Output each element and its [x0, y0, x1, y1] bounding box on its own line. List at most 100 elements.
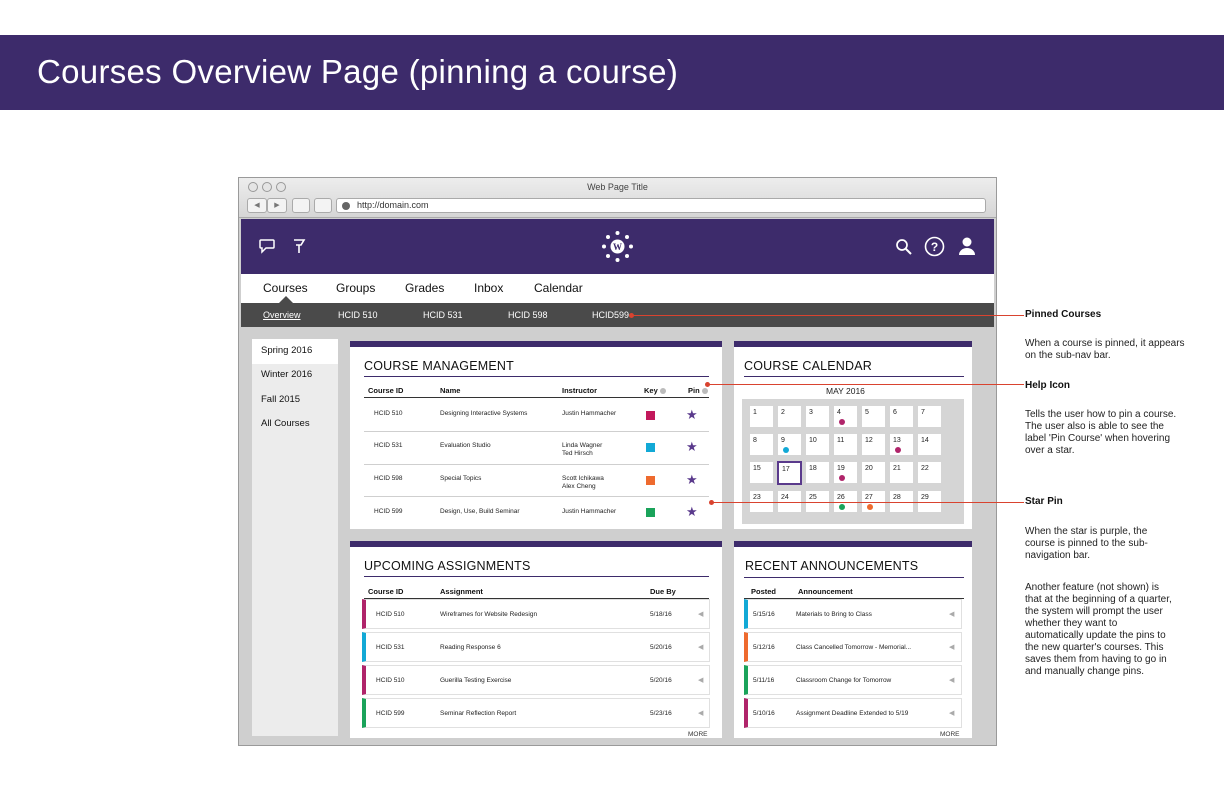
calendar-day[interactable]: 12 [862, 434, 885, 455]
row-course-name: Special Topics [440, 475, 482, 482]
university-logo-icon[interactable]: W [601, 230, 634, 263]
event-dot [867, 504, 873, 510]
row-posted-date: 5/10/16 [753, 710, 775, 717]
nav-inbox[interactable]: Inbox [474, 281, 503, 295]
calendar-day[interactable]: 20 [862, 462, 885, 483]
calendar-day[interactable]: 15 [750, 462, 773, 483]
col-course-id: Course ID [368, 386, 404, 395]
subnav-overview[interactable]: Overview [263, 310, 301, 320]
assignment-row[interactable]: HCID 510 Guerilla Testing Exercise 5/20/… [362, 665, 710, 695]
col-name: Name [440, 386, 461, 395]
term-all-courses[interactable]: All Courses [252, 412, 338, 437]
subnav-hcid-599[interactable]: HCID599 [592, 310, 629, 320]
chevron-left-icon[interactable]: ◀ [698, 610, 703, 618]
help-icon-callout-line [708, 384, 1024, 385]
row-assignment: Reading Response 6 [440, 644, 501, 651]
user-profile-icon[interactable] [958, 236, 976, 256]
address-bar[interactable]: http://domain.com [336, 198, 986, 213]
back-button[interactable]: ◀ [247, 198, 267, 213]
announcement-row[interactable]: 5/10/16 Assignment Deadline Extended to … [744, 698, 962, 728]
subnav-hcid-598[interactable]: HCID 598 [508, 310, 548, 320]
col-due-by: Due By [650, 587, 676, 596]
event-dot [783, 447, 789, 453]
pinned-courses-callout-text: When a course is pinned, it appears on t… [1025, 338, 1185, 361]
main-navigation: Courses Groups Grades Inbox Calendar [241, 274, 994, 303]
term-spring-2016[interactable]: Spring 2016 [252, 339, 338, 364]
chevron-left-icon[interactable]: ◀ [949, 610, 954, 618]
assignment-row[interactable]: HCID 531 Reading Response 6 5/20/16 ◀ [362, 632, 710, 662]
chevron-left-icon[interactable]: ◀ [949, 643, 954, 651]
term-winter-2016[interactable]: Winter 2016 [252, 363, 338, 388]
calendar-day[interactable]: 2 [778, 406, 801, 427]
calendar-day[interactable]: 11 [834, 434, 857, 455]
calendar-day[interactable]: 7 [918, 406, 941, 427]
announcement-row[interactable]: 5/11/16 Classroom Change for Tomorrow ◀ [744, 665, 962, 695]
forward-button[interactable]: ▶ [267, 198, 287, 213]
calendar-day[interactable]: 18 [806, 462, 829, 483]
course-color-key [646, 411, 655, 420]
calendar-day[interactable]: 6 [890, 406, 913, 427]
calendar-day-today[interactable]: 17 [777, 461, 802, 485]
subnav-hcid-531[interactable]: HCID 531 [423, 310, 463, 320]
browser-toolbar-button[interactable] [314, 198, 332, 213]
star-pin-callout-text: When the star is purple, the course is p… [1025, 526, 1148, 561]
calendar-day[interactable]: 22 [918, 462, 941, 483]
help-icon[interactable]: ? [924, 236, 945, 257]
subnav-hcid-510[interactable]: HCID 510 [338, 310, 378, 320]
calendar-month: MAY 2016 [826, 386, 865, 396]
assignments-more-link[interactable]: MORE [688, 731, 708, 738]
chat-bubble-icon[interactable] [258, 237, 276, 255]
nav-groups[interactable]: Groups [336, 281, 375, 295]
event-dot [839, 475, 845, 481]
calendar-day[interactable]: 19 [834, 462, 857, 483]
calendar-day[interactable]: 1 [750, 406, 773, 427]
calendar-day[interactable]: 13 [890, 434, 913, 455]
calendar-day[interactable]: 8 [750, 434, 773, 455]
calendar-day[interactable]: 5 [862, 406, 885, 427]
browser-toolbar-button[interactable] [292, 198, 310, 213]
pin-help-icon[interactable] [701, 388, 708, 395]
svg-text:W: W [613, 242, 622, 252]
calendar-day[interactable]: 14 [918, 434, 941, 455]
row-course-id: HCID 599 [374, 508, 403, 515]
calendar-day-number: 27 [865, 494, 873, 501]
assignment-row[interactable]: HCID 510 Wireframes for Website Redesign… [362, 599, 710, 629]
event-dot [839, 419, 845, 425]
globe-icon [342, 202, 350, 210]
term-fall-2015[interactable]: Fall 2015 [252, 388, 338, 413]
calendar-day[interactable]: 4 [834, 406, 857, 427]
announcements-more-link[interactable]: MORE [940, 731, 960, 738]
key-help-icon[interactable] [659, 388, 666, 395]
course-color-key [646, 508, 655, 517]
calendar-day[interactable]: 21 [890, 462, 913, 483]
chevron-left-icon[interactable]: ◀ [698, 643, 703, 651]
announcement-row[interactable]: 5/15/16 Materials to Bring to Class ◀ [744, 599, 962, 629]
pin-star-icon[interactable]: ★ [686, 505, 698, 518]
nav-calendar[interactable]: Calendar [534, 281, 583, 295]
calendar-day-number: 13 [893, 437, 901, 444]
dashboard-content: Spring 2016 Winter 2016 Fall 2015 All Co… [241, 327, 994, 745]
nav-courses[interactable]: Courses [263, 281, 308, 295]
star-pin-callout-title: Star Pin [1025, 496, 1063, 507]
pin-star-icon[interactable]: ★ [686, 408, 698, 421]
col-instructor: Instructor [562, 386, 598, 395]
flag-icon[interactable] [291, 237, 307, 255]
assignments-title: UPCOMING ASSIGNMENTS [364, 559, 531, 573]
announcement-row[interactable]: 5/12/16 Class Cancelled Tomorrow - Memor… [744, 632, 962, 662]
chevron-left-icon[interactable]: ◀ [949, 709, 954, 717]
col-key: Key [644, 386, 666, 395]
pin-star-icon[interactable]: ★ [686, 473, 698, 486]
pin-star-icon[interactable]: ★ [686, 440, 698, 453]
nav-grades[interactable]: Grades [405, 281, 444, 295]
chevron-left-icon[interactable]: ◀ [949, 676, 954, 684]
calendar-day[interactable]: 10 [806, 434, 829, 455]
help-icon-callout-text: Tells the user how to pin a course. The … [1025, 409, 1177, 456]
search-icon[interactable] [895, 238, 913, 256]
col-key-label: Key [644, 386, 658, 395]
chevron-left-icon[interactable]: ◀ [698, 709, 703, 717]
calendar-day[interactable]: 9 [778, 434, 801, 455]
svg-text:?: ? [931, 240, 938, 254]
calendar-day[interactable]: 3 [806, 406, 829, 427]
chevron-left-icon[interactable]: ◀ [698, 676, 703, 684]
assignment-row[interactable]: HCID 599 Seminar Reflection Report 5/23/… [362, 698, 710, 728]
